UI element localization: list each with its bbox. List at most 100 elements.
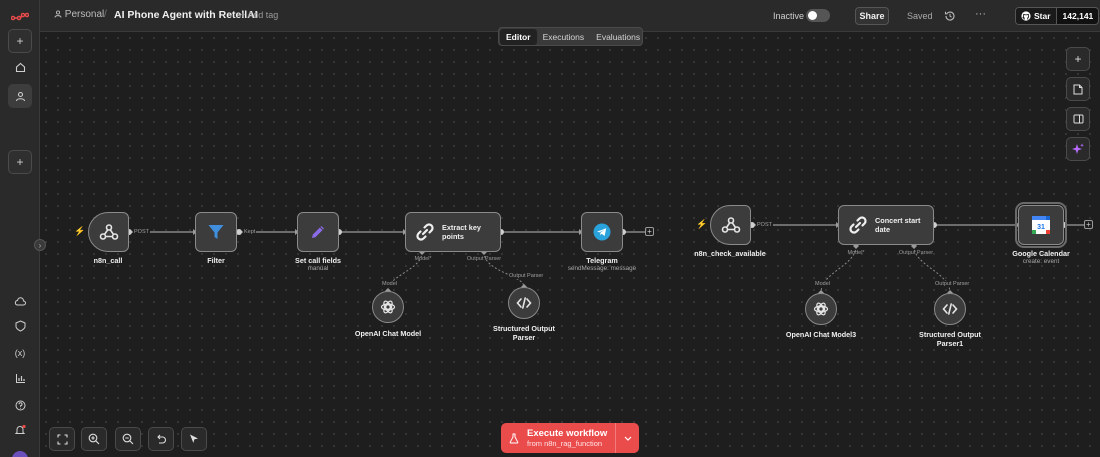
add-icon[interactable]: + [8, 29, 32, 53]
cloud-icon[interactable] [8, 289, 32, 313]
workflow-title[interactable]: AI Phone Agent with RetellAI [114, 9, 258, 21]
variables-icon[interactable]: (x) [8, 341, 32, 365]
sidebar-collapse-button[interactable]: › [34, 239, 46, 251]
github-star: Star [1016, 8, 1057, 24]
node-structured-output-parser1[interactable] [934, 293, 966, 325]
breadcrumb-project[interactable]: Personal [54, 9, 104, 20]
node-structured-output-parser[interactable] [508, 287, 540, 319]
note-icon [1073, 84, 1083, 94]
reset-zoom-button[interactable] [148, 427, 174, 451]
node-openai-chat-model3[interactable] [805, 293, 837, 325]
port-label: Model* [414, 256, 432, 262]
node-openai-chat-model[interactable] [372, 291, 404, 323]
node-subtitle: create: event [1022, 258, 1060, 265]
tab-evaluations[interactable]: Evaluations [590, 29, 646, 45]
panel-toggle-button[interactable] [1066, 107, 1090, 131]
user-icon[interactable] [8, 84, 32, 108]
svg-text:31: 31 [1037, 224, 1045, 231]
user-icon [54, 10, 62, 18]
webhook-icon [99, 224, 118, 240]
shield-icon[interactable] [8, 314, 32, 338]
github-star-label: Star [1034, 11, 1051, 21]
sparkle-icon [1072, 143, 1084, 154]
label-line: points [442, 232, 464, 241]
chart-icon[interactable] [8, 366, 32, 390]
node-concert-start-date[interactable]: Concert start date [838, 205, 934, 245]
node-label: Filter [207, 256, 225, 265]
activation-toggle[interactable] [806, 9, 830, 22]
project-name: Personal [64, 9, 105, 20]
edge-label: POST [756, 222, 773, 228]
add-next-node-button[interactable]: + [645, 227, 654, 236]
chevron-down-icon[interactable] [615, 423, 639, 453]
trigger-bolt-icon: ⚡ [74, 226, 86, 236]
zoom-out-button[interactable] [115, 427, 141, 451]
execute-title: Execute workflow [527, 428, 608, 439]
left-sidebar: + + (x) [0, 0, 40, 457]
code-icon [942, 303, 958, 315]
sticky-note-button[interactable] [1066, 77, 1090, 101]
node-extract-key-points[interactable]: Extract key points [405, 212, 501, 252]
toggle-knob [808, 11, 817, 20]
home-icon[interactable] [8, 55, 32, 79]
port-label: Output Parser [466, 256, 502, 262]
add-next-node-button[interactable]: + [1084, 220, 1093, 229]
openai-icon [380, 300, 396, 314]
node-inline-label: Concert start date [875, 216, 920, 234]
tab-executions[interactable]: Executions [537, 29, 591, 45]
trigger-bolt-icon: ⚡ [696, 219, 708, 229]
zoom-in-icon [88, 433, 100, 445]
openai-icon [813, 302, 829, 316]
avatar[interactable] [12, 451, 28, 457]
node-filter[interactable] [195, 212, 237, 252]
variables-glyph: (x) [14, 348, 26, 358]
fit-view-icon [56, 433, 68, 445]
label-line: Concert start [875, 216, 921, 225]
share-button[interactable]: Share [855, 7, 889, 25]
node-label: Set call fields [295, 256, 341, 265]
port-label: Model* [847, 250, 865, 256]
select-tool-button[interactable] [181, 427, 207, 451]
cursor-icon [190, 434, 198, 443]
ai-assistant-button[interactable] [1066, 137, 1090, 161]
label-line: Parser [512, 333, 536, 342]
node-set-call-fields[interactable] [297, 212, 339, 252]
add-project-icon[interactable]: + [8, 150, 32, 174]
saved-status: Saved [907, 11, 933, 21]
filter-icon [208, 225, 224, 239]
execute-workflow-button[interactable]: Execute workflow from n8n_rag_function [501, 423, 639, 453]
node-telegram[interactable] [581, 212, 623, 252]
telegram-icon [593, 223, 611, 241]
node-google-calendar[interactable]: 31 [1015, 202, 1067, 248]
fit-view-button[interactable] [49, 427, 75, 451]
edge-label: Output Parser [508, 273, 545, 279]
add-tag-link[interactable]: + Add tag [240, 10, 278, 20]
help-icon[interactable] [8, 393, 32, 417]
execute-main[interactable]: Execute workflow from n8n_rag_function [501, 423, 615, 453]
webhook-icon [721, 217, 740, 233]
more-options-icon[interactable]: ··· [975, 8, 986, 20]
node-n8n-call[interactable] [88, 212, 129, 252]
node-label: n8n_call [93, 256, 123, 265]
panel-icon [1073, 114, 1083, 124]
node-inline-label: Extract key points [442, 223, 481, 241]
node-label: Telegram [586, 256, 618, 265]
history-icon[interactable] [944, 9, 958, 23]
github-star-button[interactable]: Star 142,141 [1015, 7, 1099, 25]
execute-subtitle: from n8n_rag_function [527, 439, 603, 448]
bell-icon[interactable] [8, 418, 32, 442]
node-n8n-check-available[interactable] [710, 205, 751, 245]
n8n-logo-icon[interactable] [8, 5, 32, 29]
google-calendar-icon: 31 [1032, 216, 1050, 234]
flask-icon [509, 433, 519, 443]
edge-label: Model [381, 281, 398, 287]
tab-editor[interactable]: Editor [500, 28, 537, 45]
link-chain-icon [849, 216, 867, 234]
node-label: n8n_check_available [694, 249, 766, 258]
add-node-button[interactable]: + [1066, 47, 1090, 71]
code-icon [516, 297, 532, 309]
label-line: Extract key [442, 223, 481, 232]
port-label: Output Parser [898, 250, 934, 256]
zoom-in-button[interactable] [81, 427, 107, 451]
label-line: Parser1 [936, 339, 964, 348]
